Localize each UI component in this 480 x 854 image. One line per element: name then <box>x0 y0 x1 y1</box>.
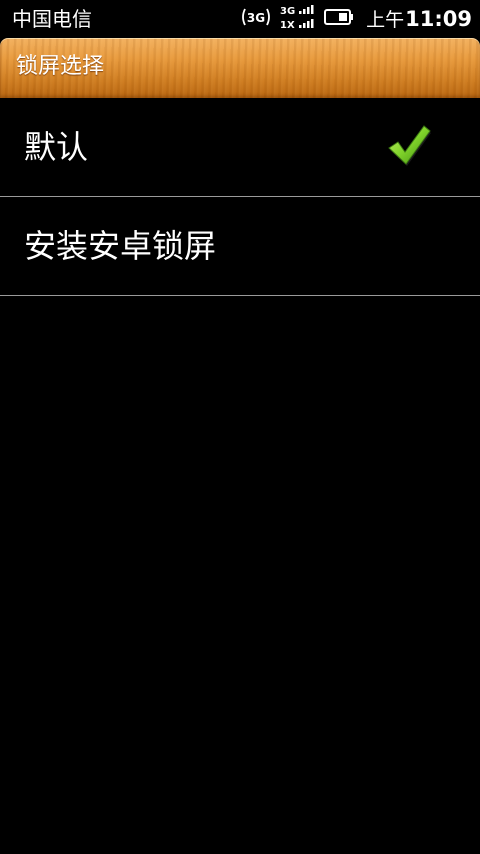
clock: 上午 11:09 <box>366 6 472 33</box>
status-bar: 中国电信 3G 3G 1X 上午 11:09 <box>0 0 480 38</box>
list-item-install-android-lockscreen[interactable]: 安装安卓锁屏 <box>0 197 480 296</box>
list-item-label: 默认 <box>24 128 89 166</box>
title-bar: 锁屏选择 <box>0 38 480 98</box>
battery-icon <box>324 8 354 30</box>
lock-option-list: 默认 安装安卓锁屏 <box>0 98 480 296</box>
list-item-label: 安装安卓锁屏 <box>24 227 217 265</box>
network-3g-icon: 3G <box>240 5 272 33</box>
page-title: 锁屏选择 <box>16 54 105 79</box>
signal-strength-icon: 3G 1X <box>280 3 316 35</box>
checkmark-icon <box>386 122 432 168</box>
status-icons: 3G 3G 1X 上午 11:09 <box>232 4 472 34</box>
clock-ampm: 上午 <box>366 8 405 31</box>
network-3g-icon-label: 3G <box>247 11 265 25</box>
signal-3g-label: 3G <box>280 6 295 17</box>
signal-1x-label: 1X <box>280 20 295 31</box>
carrier-name: 中国电信 <box>12 7 92 31</box>
list-item-default[interactable]: 默认 <box>0 98 480 197</box>
clock-time: 11:09 <box>405 6 472 31</box>
